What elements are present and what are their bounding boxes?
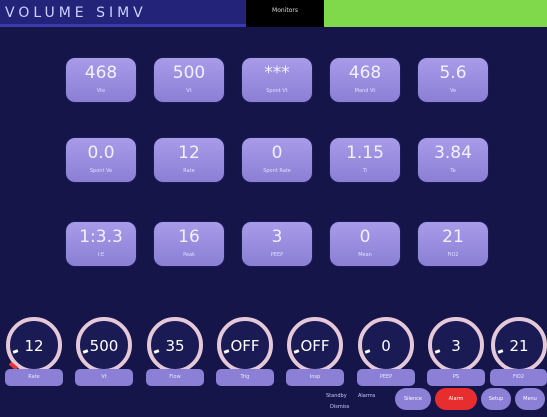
knob-label-flow: Flow [146, 369, 204, 386]
tile-value: 0.0 [87, 143, 115, 163]
tile-label: Vte [96, 88, 106, 94]
knob-label-ps: PS [427, 369, 485, 386]
knob-value: 21 [509, 337, 529, 355]
monitor-tile-mand-vt: 468 Mand Vt [330, 58, 400, 102]
alarm-button[interactable]: Alarm [435, 388, 477, 410]
tile-value: 0 [359, 227, 371, 247]
knob-value: 500 [89, 337, 119, 355]
monitor-tile-vte: 468 Vte [66, 58, 136, 102]
tile-label: PEEP [270, 252, 284, 258]
knob-label-insp: Insp [286, 369, 344, 386]
tile-label: FiO2 [447, 252, 459, 258]
tile-label: Mand Vt [354, 88, 376, 94]
tile-label: Spont Ve [89, 168, 113, 174]
monitor-tile-ti: 1.15 Ti [330, 138, 400, 182]
monitor-tile-ve: 5.6 Ve [418, 58, 488, 102]
knob-trig[interactable]: OFF [217, 317, 273, 373]
header-bar: VOLUME SIMV Monitors [0, 0, 547, 27]
setup-button[interactable]: Setup [481, 388, 511, 410]
monitor-tile-ie: 1:3.3 I:E [66, 222, 136, 266]
tile-label: Spont Rate [263, 168, 291, 174]
tile-label: Peak [183, 252, 195, 258]
status-dismiss: Dismiss [330, 404, 350, 410]
tile-label: Spont Vt [266, 88, 288, 94]
tile-value: 468 [84, 63, 118, 83]
knob-label-peep: PEEP [357, 369, 415, 386]
tile-value: 1.15 [346, 143, 384, 163]
menu-button[interactable]: Menu [515, 388, 545, 410]
knob-value: 35 [165, 337, 185, 355]
status-alarms: Alarms [358, 393, 376, 399]
monitor-tile-te: 3.84 Te [418, 138, 488, 182]
knob-value: OFF [230, 337, 260, 355]
monitor-tile-spont-ve: 0.0 Spont Ve [66, 138, 136, 182]
knob-value: OFF [300, 337, 330, 355]
knob-fio2[interactable]: 21 [491, 317, 547, 373]
knob-peep[interactable]: 0 [358, 317, 414, 373]
tile-value: 5.6 [439, 63, 467, 83]
tile-value: 3.84 [434, 143, 472, 163]
knob-label-trig: Trig [216, 369, 274, 386]
knob-label-vt: Vt [75, 369, 133, 386]
tile-value: 0 [271, 143, 283, 163]
tile-value: 12 [178, 143, 200, 163]
knob-vt[interactable]: 500 [76, 317, 132, 373]
monitor-tile-mean: 0 Mean [330, 222, 400, 266]
knob-value: 12 [24, 337, 44, 355]
knob-insp[interactable]: OFF [287, 317, 343, 373]
tile-value: 500 [172, 63, 206, 83]
monitor-tile-spont-rate: 0 Spont Rate [242, 138, 312, 182]
silence-button[interactable]: Silence [395, 388, 431, 410]
tile-label: Mean [358, 252, 372, 258]
status-bar [324, 0, 547, 27]
tile-label: Ve [449, 88, 457, 94]
knob-value: 0 [381, 337, 391, 355]
tile-value: *** [264, 63, 290, 83]
tile-value: 468 [348, 63, 382, 83]
tile-label: Te [450, 168, 456, 174]
tile-value: 1:3.3 [79, 227, 123, 247]
mode-title: VOLUME SIMV [0, 0, 246, 27]
monitor-tile-fio2: 21 FiO2 [418, 222, 488, 266]
monitor-tile-peep: 3 PEEP [242, 222, 312, 266]
monitor-tile-vt: 500 Vt [154, 58, 224, 102]
tile-value: 16 [178, 227, 200, 247]
knob-flow[interactable]: 35 [147, 317, 203, 373]
tab-monitors[interactable]: Monitors [246, 0, 324, 27]
monitor-tile-peak: 16 Peak [154, 222, 224, 266]
tile-value: 3 [271, 227, 283, 247]
monitor-tile-spont-vt: *** Spont Vt [242, 58, 312, 102]
tile-label: Ti [362, 168, 368, 174]
knob-ps[interactable]: 3 [428, 317, 484, 373]
tile-label: I:E [97, 252, 105, 258]
status-standby: Standby [326, 393, 347, 399]
knob-value: 3 [451, 337, 461, 355]
tile-label: Rate [183, 168, 195, 174]
tile-label: Vt [186, 88, 192, 94]
monitor-tile-rate: 12 Rate [154, 138, 224, 182]
knob-label-rate: Rate [5, 369, 63, 386]
tile-value: 21 [442, 227, 464, 247]
knob-rate[interactable]: 12 [6, 317, 62, 373]
knob-label-fio2: FiO2 [490, 369, 547, 386]
